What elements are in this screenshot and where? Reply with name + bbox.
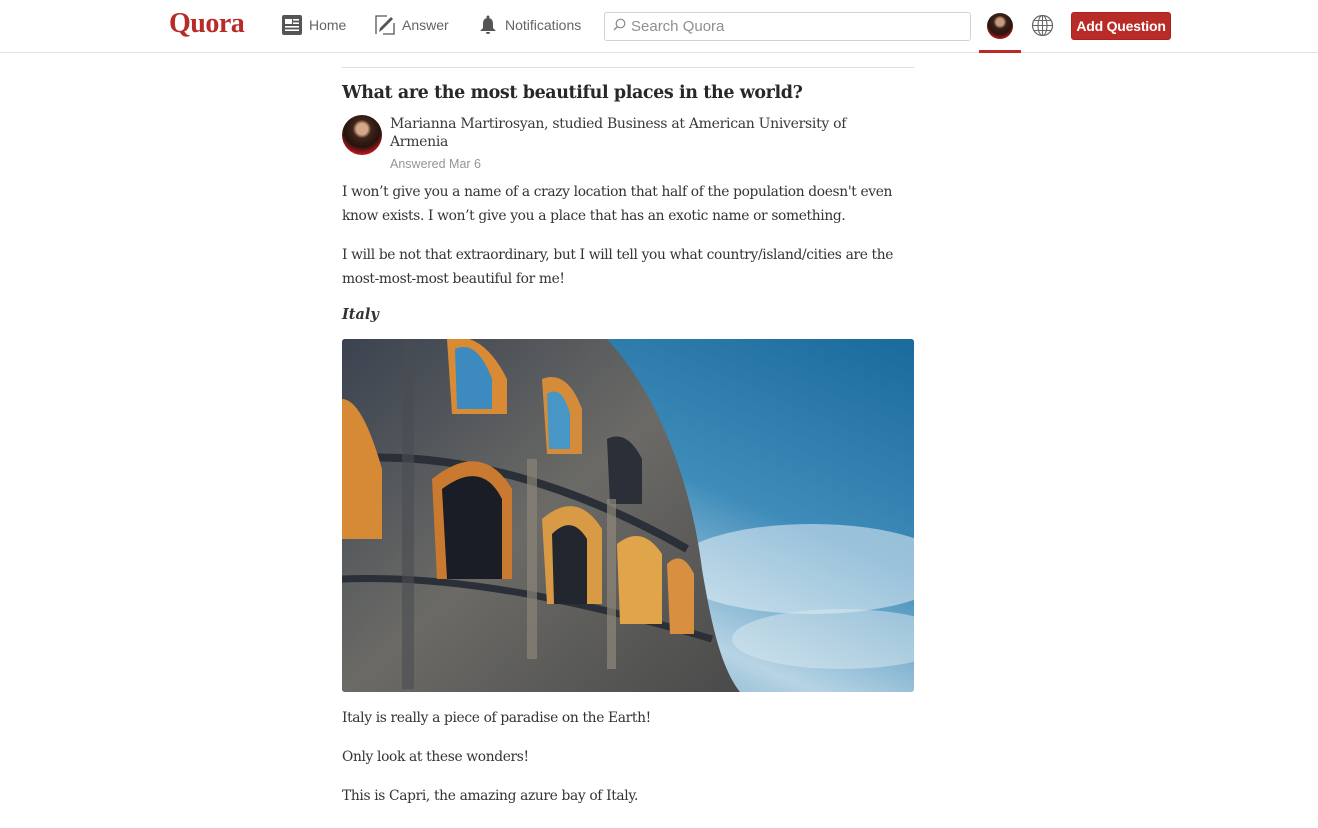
- nav-notifications-label: Notifications: [505, 17, 582, 33]
- nav-answer[interactable]: Answer: [375, 13, 449, 37]
- answer-paragraph: I won’t give you a name of a crazy locat…: [342, 184, 893, 224]
- search-box[interactable]: [604, 12, 971, 41]
- answer-author: Marianna Martirosyan, studied Business a…: [342, 115, 914, 175]
- profile-avatar[interactable]: [987, 13, 1013, 39]
- search-icon: [613, 18, 626, 36]
- colosseum-photo[interactable]: [342, 339, 914, 692]
- answer-body: I won’t give you a name of a crazy locat…: [342, 180, 914, 808]
- author-avatar[interactable]: [342, 115, 382, 155]
- nav-answer-label: Answer: [402, 17, 449, 33]
- section-heading: Italy: [342, 306, 379, 323]
- add-question-button[interactable]: Add Question: [1071, 12, 1171, 40]
- divider: [342, 67, 914, 68]
- answer-paragraph: This is Capri, the amazing azure bay of …: [342, 788, 638, 804]
- nav-home-label: Home: [309, 17, 347, 33]
- answer-paragraph: I will be not that extraordinary, but I …: [342, 247, 894, 287]
- answer-paragraph: Italy is really a piece of paradise on t…: [342, 710, 651, 726]
- question-page-content: What are the most beautiful places in th…: [342, 67, 914, 823]
- nav-notifications[interactable]: Notifications: [478, 13, 581, 37]
- home-feed-icon: [282, 15, 302, 35]
- globe-language-icon[interactable]: [1031, 14, 1054, 37]
- answer-paragraph: Only look at these wonders!: [342, 749, 529, 765]
- quora-logo[interactable]: Quora: [169, 8, 245, 40]
- question-title[interactable]: What are the most beautiful places in th…: [342, 83, 914, 103]
- active-tab-indicator: [979, 50, 1021, 53]
- nav-home[interactable]: Home: [282, 13, 346, 37]
- bell-icon: [478, 15, 498, 35]
- colosseum-illustration: [342, 339, 914, 692]
- pencil-edit-icon: [375, 15, 395, 35]
- top-navigation-bar: Quora Home Answer Notifications Search Q…: [0, 0, 1318, 53]
- search-input[interactable]: [631, 18, 951, 35]
- author-credential[interactable]: Marianna Martirosyan, studied Business a…: [390, 115, 890, 151]
- answered-date[interactable]: Answered Mar 6: [390, 157, 481, 171]
